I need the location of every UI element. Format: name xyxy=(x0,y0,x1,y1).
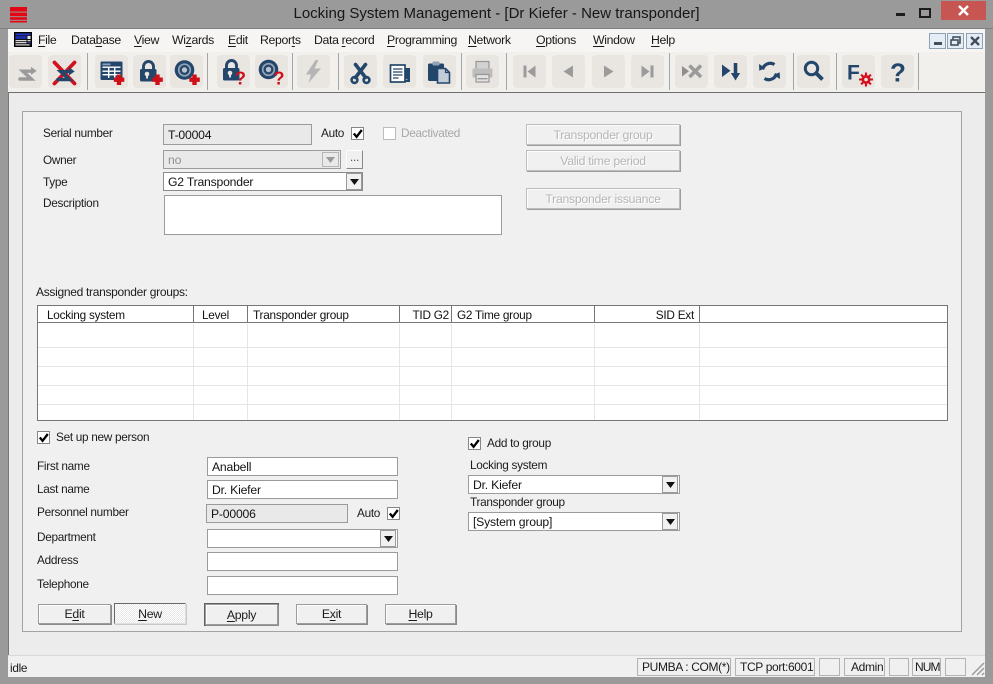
svg-text:?: ? xyxy=(890,58,906,88)
svg-text:?: ? xyxy=(274,69,285,89)
svg-text:?: ? xyxy=(235,69,246,89)
svg-text:F: F xyxy=(847,62,860,85)
